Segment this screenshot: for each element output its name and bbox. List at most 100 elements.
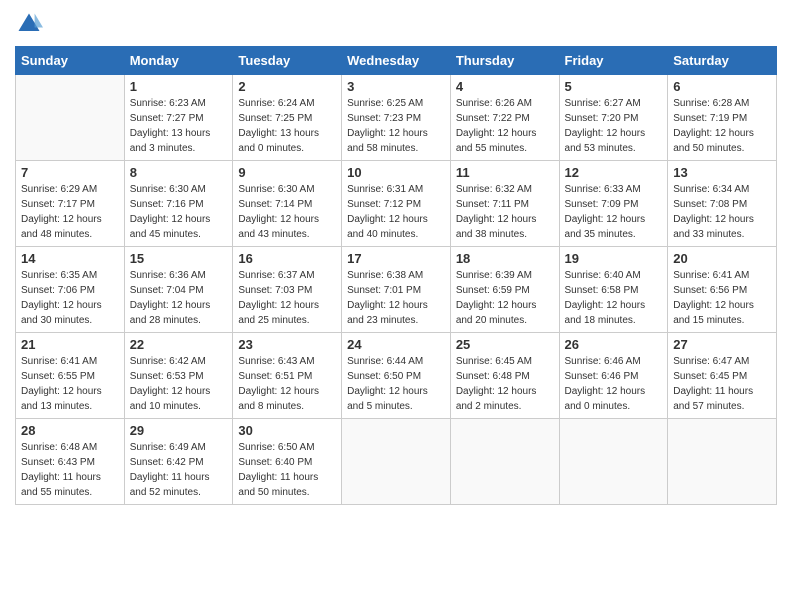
calendar-cell: 5 Sunrise: 6:27 AM Sunset: 7:20 PM Daylig… bbox=[559, 75, 668, 161]
day-info: Sunrise: 6:30 AM Sunset: 7:14 PM Dayligh… bbox=[238, 182, 336, 242]
column-header-friday: Friday bbox=[559, 47, 668, 75]
calendar-cell: 23 Sunrise: 6:43 AM Sunset: 6:51 PM Dayli… bbox=[233, 333, 342, 419]
calendar-cell: 17 Sunrise: 6:38 AM Sunset: 7:01 PM Dayli… bbox=[342, 247, 451, 333]
column-header-thursday: Thursday bbox=[450, 47, 559, 75]
calendar-cell: 29 Sunrise: 6:49 AM Sunset: 6:42 PM Dayli… bbox=[124, 419, 233, 505]
day-number: 7 bbox=[21, 165, 119, 180]
calendar-cell bbox=[559, 419, 668, 505]
day-info: Sunrise: 6:31 AM Sunset: 7:12 PM Dayligh… bbox=[347, 182, 445, 242]
week-row-3: 14 Sunrise: 6:35 AM Sunset: 7:06 PM Dayli… bbox=[16, 247, 777, 333]
day-info: Sunrise: 6:48 AM Sunset: 6:43 PM Dayligh… bbox=[21, 440, 119, 500]
column-header-monday: Monday bbox=[124, 47, 233, 75]
day-number: 27 bbox=[673, 337, 771, 352]
day-info: Sunrise: 6:29 AM Sunset: 7:17 PM Dayligh… bbox=[21, 182, 119, 242]
day-number: 22 bbox=[130, 337, 228, 352]
day-info: Sunrise: 6:43 AM Sunset: 6:51 PM Dayligh… bbox=[238, 354, 336, 414]
day-info: Sunrise: 6:35 AM Sunset: 7:06 PM Dayligh… bbox=[21, 268, 119, 328]
calendar-cell: 6Sunrise: 6:28 AM Sunset: 7:19 PM Daylig… bbox=[668, 75, 777, 161]
day-info: Sunrise: 6:25 AM Sunset: 7:23 PM Dayligh… bbox=[347, 96, 445, 156]
day-number: 30 bbox=[238, 423, 336, 438]
day-number: 20 bbox=[673, 251, 771, 266]
day-info: Sunrise: 6:24 AM Sunset: 7:25 PM Dayligh… bbox=[238, 96, 336, 156]
day-info: Sunrise: 6:46 AM Sunset: 6:46 PM Dayligh… bbox=[565, 354, 663, 414]
day-info: Sunrise: 6:40 AM Sunset: 6:58 PM Dayligh… bbox=[565, 268, 663, 328]
calendar-cell: 7 Sunrise: 6:29 AM Sunset: 7:17 PM Daylig… bbox=[16, 161, 125, 247]
week-row-1: 1Sunrise: 6:23 AM Sunset: 7:27 PM Daylig… bbox=[16, 75, 777, 161]
day-number: 9 bbox=[238, 165, 336, 180]
day-info: Sunrise: 6:33 AM Sunset: 7:09 PM Dayligh… bbox=[565, 182, 663, 242]
calendar-cell: 3 Sunrise: 6:25 AM Sunset: 7:23 PM Daylig… bbox=[342, 75, 451, 161]
calendar-cell: 27 Sunrise: 6:47 AM Sunset: 6:45 PM Dayli… bbox=[668, 333, 777, 419]
day-number: 21 bbox=[21, 337, 119, 352]
calendar-cell: 13Sunrise: 6:34 AM Sunset: 7:08 PM Dayli… bbox=[668, 161, 777, 247]
calendar-header-row: SundayMondayTuesdayWednesdayThursdayFrid… bbox=[16, 47, 777, 75]
calendar-cell: 1Sunrise: 6:23 AM Sunset: 7:27 PM Daylig… bbox=[124, 75, 233, 161]
day-number: 14 bbox=[21, 251, 119, 266]
day-number: 15 bbox=[130, 251, 228, 266]
day-info: Sunrise: 6:30 AM Sunset: 7:16 PM Dayligh… bbox=[130, 182, 228, 242]
calendar-table: SundayMondayTuesdayWednesdayThursdayFrid… bbox=[15, 46, 777, 505]
calendar-cell: 12 Sunrise: 6:33 AM Sunset: 7:09 PM Dayli… bbox=[559, 161, 668, 247]
calendar-cell: 28 Sunrise: 6:48 AM Sunset: 6:43 PM Dayli… bbox=[16, 419, 125, 505]
day-number: 5 bbox=[565, 79, 663, 94]
day-info: Sunrise: 6:39 AM Sunset: 6:59 PM Dayligh… bbox=[456, 268, 554, 328]
column-header-sunday: Sunday bbox=[16, 47, 125, 75]
day-number: 28 bbox=[21, 423, 119, 438]
calendar-cell bbox=[668, 419, 777, 505]
calendar-cell: 14 Sunrise: 6:35 AM Sunset: 7:06 PM Dayli… bbox=[16, 247, 125, 333]
day-number: 8 bbox=[130, 165, 228, 180]
day-number: 12 bbox=[565, 165, 663, 180]
calendar-cell: 26 Sunrise: 6:46 AM Sunset: 6:46 PM Dayli… bbox=[559, 333, 668, 419]
calendar-cell: 19 Sunrise: 6:40 AM Sunset: 6:58 PM Dayli… bbox=[559, 247, 668, 333]
day-info: Sunrise: 6:41 AM Sunset: 6:55 PM Dayligh… bbox=[21, 354, 119, 414]
day-info: Sunrise: 6:36 AM Sunset: 7:04 PM Dayligh… bbox=[130, 268, 228, 328]
calendar-cell: 4Sunrise: 6:26 AM Sunset: 7:22 PM Daylig… bbox=[450, 75, 559, 161]
day-number: 2 bbox=[238, 79, 336, 94]
day-info: Sunrise: 6:47 AM Sunset: 6:45 PM Dayligh… bbox=[673, 354, 771, 414]
calendar-cell: 16 Sunrise: 6:37 AM Sunset: 7:03 PM Dayli… bbox=[233, 247, 342, 333]
day-info: Sunrise: 6:28 AM Sunset: 7:19 PM Dayligh… bbox=[673, 96, 771, 156]
day-number: 24 bbox=[347, 337, 445, 352]
calendar-cell: 25 Sunrise: 6:45 AM Sunset: 6:48 PM Dayli… bbox=[450, 333, 559, 419]
day-number: 11 bbox=[456, 165, 554, 180]
day-info: Sunrise: 6:49 AM Sunset: 6:42 PM Dayligh… bbox=[130, 440, 228, 500]
day-info: Sunrise: 6:34 AM Sunset: 7:08 PM Dayligh… bbox=[673, 182, 771, 242]
day-info: Sunrise: 6:27 AM Sunset: 7:20 PM Dayligh… bbox=[565, 96, 663, 156]
logo-icon bbox=[15, 10, 43, 38]
page-header bbox=[15, 10, 777, 38]
day-info: Sunrise: 6:23 AM Sunset: 7:27 PM Dayligh… bbox=[130, 96, 228, 156]
column-header-saturday: Saturday bbox=[668, 47, 777, 75]
calendar-cell bbox=[16, 75, 125, 161]
day-number: 25 bbox=[456, 337, 554, 352]
column-header-wednesday: Wednesday bbox=[342, 47, 451, 75]
day-number: 16 bbox=[238, 251, 336, 266]
week-row-4: 21 Sunrise: 6:41 AM Sunset: 6:55 PM Dayli… bbox=[16, 333, 777, 419]
day-info: Sunrise: 6:42 AM Sunset: 6:53 PM Dayligh… bbox=[130, 354, 228, 414]
calendar-cell: 24Sunrise: 6:44 AM Sunset: 6:50 PM Dayli… bbox=[342, 333, 451, 419]
calendar-cell: 2 Sunrise: 6:24 AM Sunset: 7:25 PM Daylig… bbox=[233, 75, 342, 161]
day-info: Sunrise: 6:45 AM Sunset: 6:48 PM Dayligh… bbox=[456, 354, 554, 414]
calendar-cell: 18Sunrise: 6:39 AM Sunset: 6:59 PM Dayli… bbox=[450, 247, 559, 333]
calendar-cell: 30 Sunrise: 6:50 AM Sunset: 6:40 PM Dayli… bbox=[233, 419, 342, 505]
week-row-2: 7 Sunrise: 6:29 AM Sunset: 7:17 PM Daylig… bbox=[16, 161, 777, 247]
day-number: 26 bbox=[565, 337, 663, 352]
calendar-cell: 20 Sunrise: 6:41 AM Sunset: 6:56 PM Dayli… bbox=[668, 247, 777, 333]
calendar-cell bbox=[342, 419, 451, 505]
day-number: 17 bbox=[347, 251, 445, 266]
day-number: 4 bbox=[456, 79, 554, 94]
logo bbox=[15, 10, 47, 38]
calendar-cell: 9 Sunrise: 6:30 AM Sunset: 7:14 PM Daylig… bbox=[233, 161, 342, 247]
day-info: Sunrise: 6:32 AM Sunset: 7:11 PM Dayligh… bbox=[456, 182, 554, 242]
day-number: 19 bbox=[565, 251, 663, 266]
day-number: 29 bbox=[130, 423, 228, 438]
day-number: 23 bbox=[238, 337, 336, 352]
day-info: Sunrise: 6:50 AM Sunset: 6:40 PM Dayligh… bbox=[238, 440, 336, 500]
calendar-cell: 11 Sunrise: 6:32 AM Sunset: 7:11 PM Dayli… bbox=[450, 161, 559, 247]
day-info: Sunrise: 6:41 AM Sunset: 6:56 PM Dayligh… bbox=[673, 268, 771, 328]
day-info: Sunrise: 6:37 AM Sunset: 7:03 PM Dayligh… bbox=[238, 268, 336, 328]
calendar-cell: 21 Sunrise: 6:41 AM Sunset: 6:55 PM Dayli… bbox=[16, 333, 125, 419]
calendar-cell: 15 Sunrise: 6:36 AM Sunset: 7:04 PM Dayli… bbox=[124, 247, 233, 333]
day-number: 3 bbox=[347, 79, 445, 94]
day-info: Sunrise: 6:38 AM Sunset: 7:01 PM Dayligh… bbox=[347, 268, 445, 328]
calendar-cell bbox=[450, 419, 559, 505]
